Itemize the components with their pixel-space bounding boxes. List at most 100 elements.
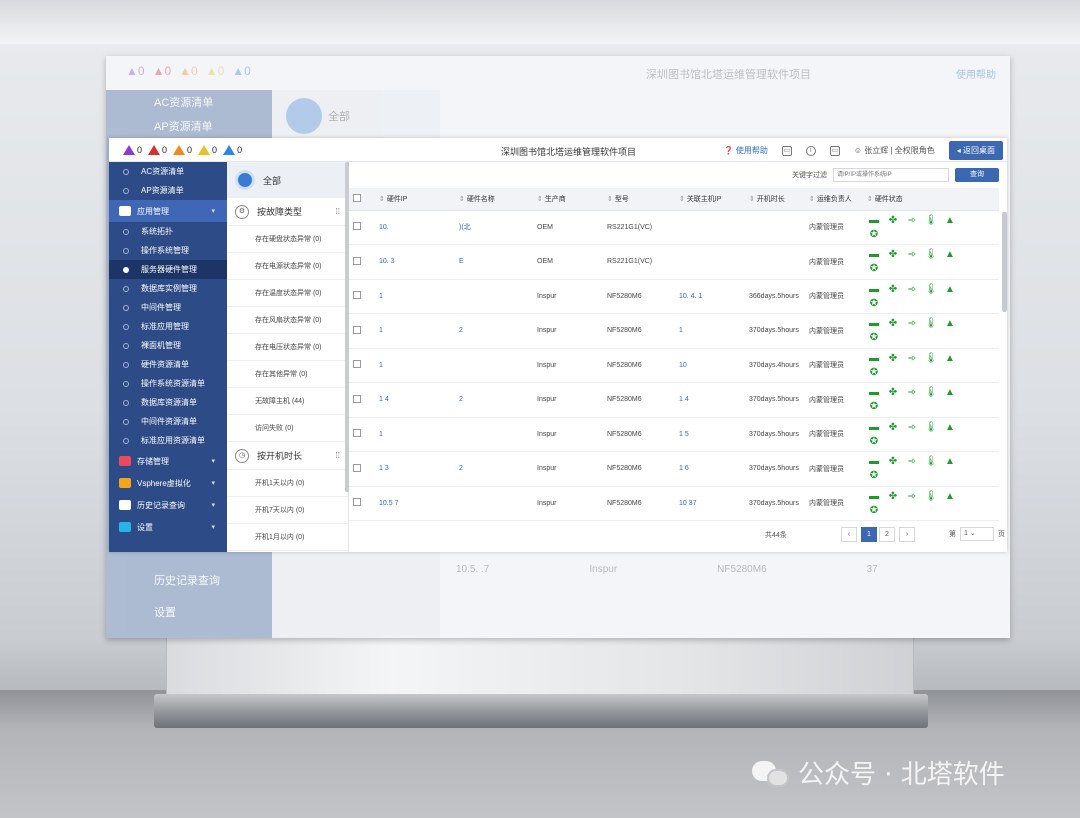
row-checkbox[interactable] <box>353 360 361 369</box>
column-header[interactable]: ⇕ 生产商 <box>533 188 603 211</box>
host-ip-cell[interactable]: 10 <box>675 348 745 383</box>
sidebar-item[interactable]: 服务器硬件管理 <box>109 260 227 279</box>
temperature-icon[interactable]: 🌡 <box>924 387 938 398</box>
table-row[interactable]: 1 Inspur NF5280M6 10. 4. 1 366days.5hours 内蒙… <box>349 279 999 314</box>
alert-counter[interactable]: 0 <box>173 144 192 155</box>
power-icon[interactable]: ➾ <box>905 387 919 398</box>
filter-item[interactable]: 存在温度状态异常 (0) <box>227 280 348 307</box>
power-icon[interactable]: ➾ <box>905 249 919 260</box>
keyword-input[interactable] <box>833 168 949 182</box>
fan-icon[interactable]: ✤ <box>886 387 900 398</box>
column-header[interactable]: ⇕ 关联主机IP <box>675 188 745 211</box>
filter-item[interactable]: 开机1月以内 (0) <box>227 524 348 551</box>
hardware-ip-cell[interactable]: 1 4 <box>375 382 455 418</box>
power-icon[interactable]: ➾ <box>905 422 919 433</box>
table-row[interactable]: 1 2 Inspur NF5280M6 1 370days.5hours 内蒙管理员 ▬ ✤ ➾… <box>349 313 999 349</box>
hardware-ip-cell[interactable]: 1 <box>375 313 455 349</box>
message-icon[interactable]: ▭ <box>781 145 792 156</box>
filter-item[interactable]: 无故障主机 (44) <box>227 388 348 415</box>
column-header[interactable]: ⇕ 硬件状态 <box>863 188 999 211</box>
hardware-ip-cell[interactable]: 10. <box>375 210 455 245</box>
disk-icon[interactable]: ▬ <box>867 387 881 398</box>
warning-icon[interactable]: ▲ <box>943 387 957 398</box>
table-row[interactable]: 10.5 7 Inspur NF5280M6 10 37 370days.5hours 内… <box>349 486 999 521</box>
filter-all[interactable]: 全部 <box>227 162 348 198</box>
table-row[interactable]: 10. )(北 OEM RS221G1(VC) 内蒙管理员 ▬ ✤ ➾ 🌡 ▲ ✪ <box>349 210 999 245</box>
sidebar-group[interactable]: 历史记录查询 ▾ <box>109 494 227 516</box>
host-ip-cell[interactable] <box>675 244 745 280</box>
settings-icon[interactable]: ✪ <box>867 505 881 516</box>
info-icon[interactable]: i <box>805 145 816 156</box>
fan-icon[interactable]: ✤ <box>886 491 900 502</box>
power-icon[interactable]: ➾ <box>905 318 919 329</box>
table-row[interactable]: 10. 3 E OEM RS221G1(VC) 内蒙管理员 ▬ ✤ ➾ 🌡 ▲ ✪ <box>349 244 999 280</box>
disk-icon[interactable]: ▬ <box>867 422 881 433</box>
settings-icon[interactable]: ✪ <box>867 332 881 343</box>
fan-icon[interactable]: ✤ <box>886 353 900 364</box>
disk-icon[interactable]: ▬ <box>867 284 881 295</box>
temperature-icon[interactable]: 🌡 <box>924 284 938 295</box>
fan-icon[interactable]: ✤ <box>886 284 900 295</box>
warning-icon[interactable]: ▲ <box>943 456 957 467</box>
settings-icon[interactable]: ✪ <box>867 367 881 378</box>
next-page-button[interactable]: › <box>899 527 915 542</box>
filter-item[interactable]: 访问失败 (0) <box>227 415 348 442</box>
row-checkbox[interactable] <box>353 498 361 507</box>
sidebar-item[interactable]: 标准应用管理 <box>109 317 227 336</box>
select-all-checkbox[interactable] <box>353 193 361 202</box>
sidebar-item[interactable]: 中间件管理 <box>109 298 227 317</box>
hardware-ip-cell[interactable]: 10.5 7 <box>375 486 455 521</box>
row-checkbox[interactable] <box>353 325 361 334</box>
filter-group-fault[interactable]: ⚙ 按故障类型 ⁞⁞ <box>227 198 348 226</box>
host-ip-cell[interactable]: 1 4 <box>675 382 745 418</box>
table-scrollbar[interactable] <box>1002 212 1007 312</box>
sidebar-group-app[interactable]: 应用管理 ▾ <box>109 200 227 222</box>
hardware-name-cell[interactable]: 2 <box>455 451 533 487</box>
settings-icon[interactable]: ✪ <box>867 229 881 240</box>
row-checkbox[interactable] <box>353 256 361 265</box>
fan-icon[interactable]: ✤ <box>886 318 900 329</box>
warning-icon[interactable]: ▲ <box>943 249 957 260</box>
warning-icon[interactable]: ▲ <box>943 491 957 502</box>
sidebar-item[interactable]: AC资源清单 <box>109 162 227 181</box>
hardware-name-cell[interactable] <box>455 417 533 452</box>
hardware-name-cell[interactable]: 2 <box>455 313 533 349</box>
alert-counter[interactable]: 0 <box>223 144 242 155</box>
hardware-name-cell[interactable] <box>455 279 533 314</box>
sidebar-item[interactable]: 系统拓扑 <box>109 222 227 241</box>
warning-icon[interactable]: ▲ <box>943 422 957 433</box>
disk-icon[interactable]: ▬ <box>867 215 881 226</box>
table-row[interactable]: 1 3 2 Inspur NF5280M6 1 6 370days.5hours 内蒙管理… <box>349 451 999 487</box>
disk-icon[interactable]: ▬ <box>867 318 881 329</box>
column-header[interactable]: ⇕ 运维负责人 <box>805 188 863 211</box>
host-ip-cell[interactable]: 1 5 <box>675 417 745 452</box>
prev-page-button[interactable]: ‹ <box>841 527 857 542</box>
temperature-icon[interactable]: 🌡 <box>924 249 938 260</box>
goto-select[interactable]: 1 ⌄ <box>960 527 994 541</box>
row-checkbox[interactable] <box>353 394 361 403</box>
temperature-icon[interactable]: 🌡 <box>924 215 938 226</box>
temperature-icon[interactable]: 🌡 <box>924 353 938 364</box>
sidebar-item[interactable]: 标准应用资源清单 <box>109 431 227 450</box>
column-header[interactable]: ⇕ 硬件IP <box>375 188 455 211</box>
column-header[interactable]: ⇕ 硬件名称 <box>455 188 533 211</box>
table-row[interactable]: 1 Inspur NF5280M6 10 370days.4hours 内蒙管理员 ▬ ✤ ➾… <box>349 348 999 383</box>
sidebar-item[interactable]: 硬件资源清单 <box>109 355 227 374</box>
alert-counter[interactable]: 0 <box>148 144 167 155</box>
fan-icon[interactable]: ✤ <box>886 422 900 433</box>
sidebar-group[interactable]: 设置 ▾ <box>109 516 227 538</box>
sidebar-item[interactable]: 操作系统资源清单 <box>109 374 227 393</box>
temperature-icon[interactable]: 🌡 <box>924 318 938 329</box>
host-ip-cell[interactable] <box>675 210 745 245</box>
power-icon[interactable]: ➾ <box>905 284 919 295</box>
sidebar-item[interactable]: 数据库资源清单 <box>109 393 227 412</box>
table-row[interactable]: 1 Inspur NF5280M6 1 5 370days.5hours 内蒙管理员 ▬ ✤… <box>349 417 999 452</box>
fan-icon[interactable]: ✤ <box>886 456 900 467</box>
settings-icon[interactable]: ✪ <box>867 263 881 274</box>
page-button[interactable]: 2 <box>879 527 895 542</box>
user-menu[interactable]: ☺ 张立辉 | 全权限角色 <box>854 145 935 156</box>
alert-counter[interactable]: 0 <box>198 144 217 155</box>
fan-icon[interactable]: ✤ <box>886 215 900 226</box>
host-ip-cell[interactable]: 1 6 <box>675 451 745 487</box>
hardware-name-cell[interactable]: )(北 <box>455 210 533 245</box>
